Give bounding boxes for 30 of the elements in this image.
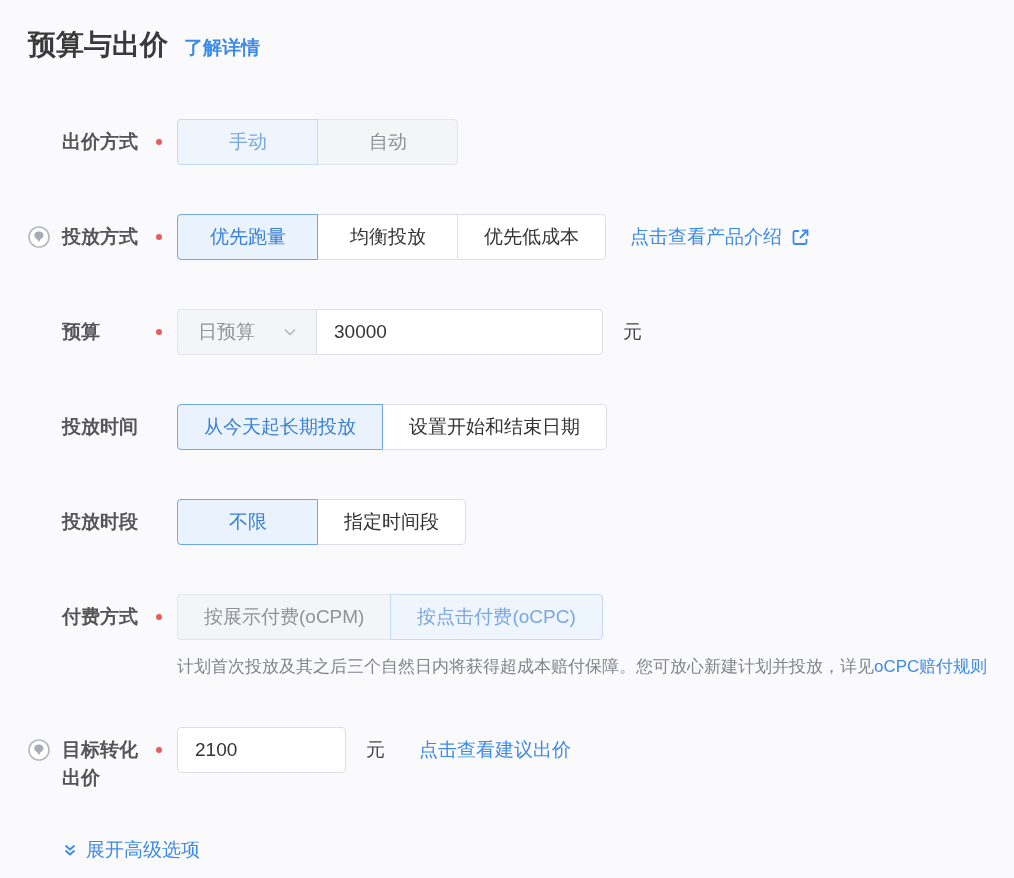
option-button[interactable]: 设置开始和结束日期 — [382, 404, 607, 450]
caret-icon — [284, 328, 296, 336]
info-link[interactable]: 点击查看建议出价 — [419, 735, 571, 765]
budget-input[interactable]: 30000 — [316, 309, 603, 355]
details-link[interactable]: 了解详情 — [184, 34, 260, 63]
option-button[interactable]: 优先低成本 — [457, 214, 606, 260]
info-link[interactable]: 点击查看产品介绍 — [630, 222, 809, 252]
field-label: 目标转化出价 — [62, 738, 139, 790]
field-label: 出价方式 — [62, 130, 139, 154]
field-label: 投放方式 — [62, 225, 139, 249]
field-label: 投放时间 — [62, 415, 139, 439]
unit-label: 元 — [623, 320, 642, 344]
option-button[interactable]: 均衡投放 — [317, 214, 458, 260]
option-button[interactable]: 指定时间段 — [317, 499, 466, 545]
hint-text: 计划首次投放及其之后三个自然日内将获得超成本赔付保障。您可放心新建计划并投放，详见oCPC赔付规则 — [177, 656, 988, 678]
section-title: 预算与出价 — [28, 28, 168, 62]
field-label: 投放时段 — [62, 510, 139, 534]
double-chevron-icon — [64, 844, 76, 857]
rules-link[interactable]: oCPC赔付规则 — [874, 657, 988, 676]
option-button[interactable]: 不限 — [177, 499, 318, 545]
option-button[interactable]: 从今天起长期投放 — [177, 404, 383, 450]
external-link-icon — [792, 228, 809, 246]
expand-options-link[interactable]: 展开高级选项 — [64, 836, 200, 865]
unit-label: 元 — [366, 738, 385, 762]
field-label: 付费方式 — [62, 605, 139, 629]
field-label: 预算 — [62, 320, 101, 344]
option-button[interactable]: 优先跑量 — [177, 214, 318, 260]
circle-pin-icon[interactable] — [28, 739, 50, 761]
circle-pin-icon[interactable] — [28, 226, 50, 248]
bid-input[interactable]: 2100 — [177, 727, 346, 773]
